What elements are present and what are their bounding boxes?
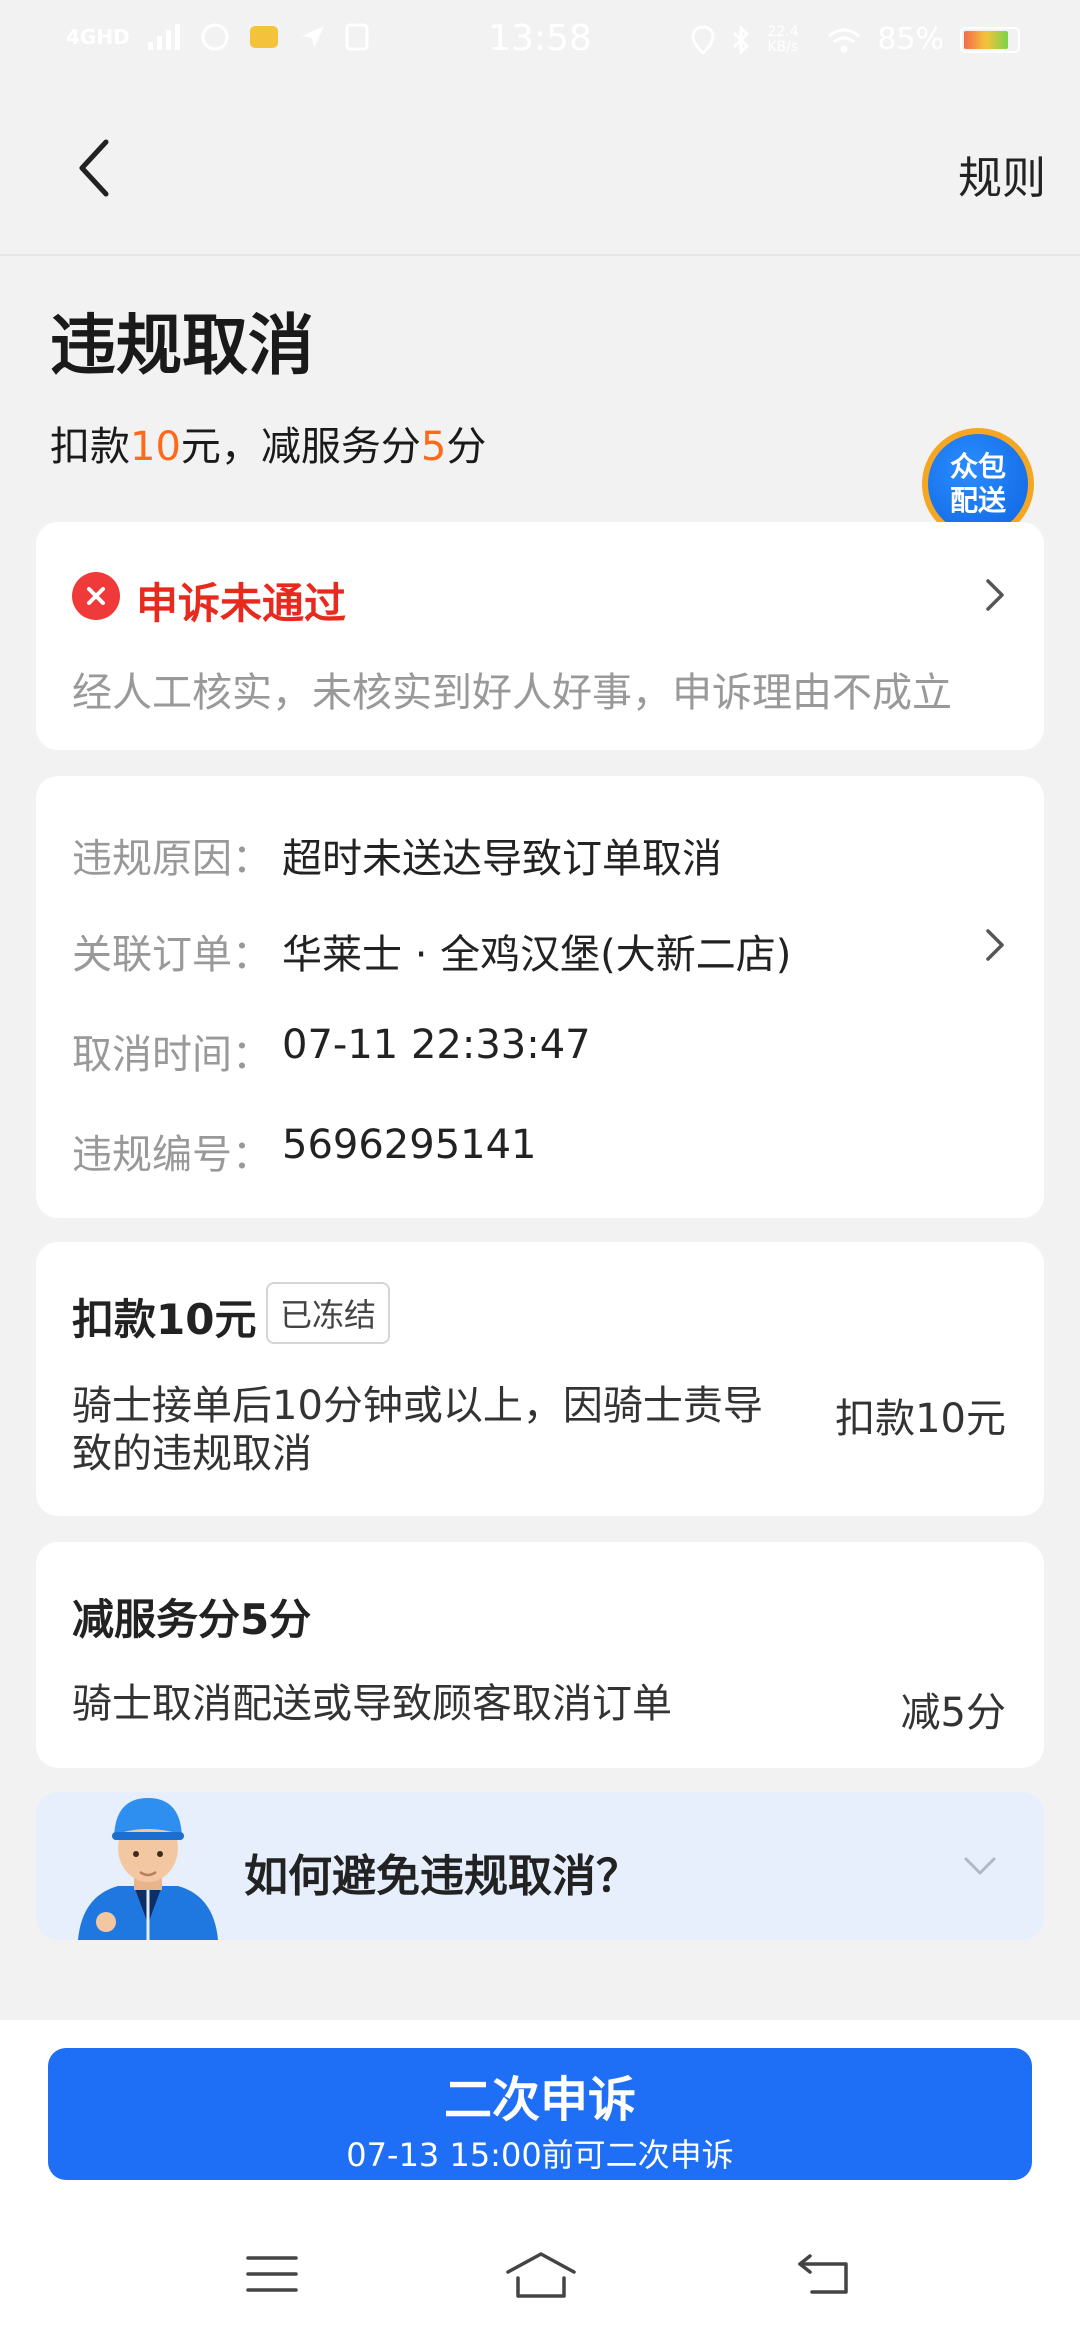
info-row-cancel-time: 取消时间： 07-11 22:33:47 (72, 1022, 591, 1080)
battery-level (964, 30, 1009, 49)
battery-icon (960, 26, 1020, 53)
chevron-down-icon[interactable] (960, 1846, 1000, 1886)
info-row-violation-id: 违规编号： 5696295141 (72, 1122, 537, 1180)
penalty-score: 5 (420, 424, 447, 470)
deduction-rule-line-2: 致的违规取消 (72, 1431, 312, 1477)
violation-info-card: 违规原因： 超时未送达导致订单取消 关联订单： 华莱士 · 全鸡汉堡(大新二店)… (36, 776, 1044, 1218)
appeal-status-desc: 经人工核实，未核实到好人好事，申诉理由不成立 (72, 670, 952, 716)
penalty-text-3: 分 (446, 424, 487, 470)
info-value: 5696295141 (282, 1122, 537, 1168)
wifi-icon (828, 28, 861, 52)
battery-percent: 85% (877, 22, 944, 57)
system-nav-bar (0, 2236, 1080, 2316)
tip-title: 如何避免违规取消？ (244, 1851, 640, 1902)
nav-bar: 规则 (0, 80, 1080, 256)
info-row-order[interactable]: 关联订单： 华莱士 · 全鸡汉堡(大新二店) (72, 922, 791, 980)
location-icon (691, 24, 715, 55)
chevron-right-icon (986, 579, 1004, 611)
service-score-card: 减服务分5分 骑士取消配送或导致顾客取消订单 减5分 (36, 1542, 1044, 1768)
rules-link[interactable]: 规则 (958, 142, 1046, 206)
info-label: 违规编号： (72, 1132, 272, 1178)
status-right: 22.4 KB/s 85% (691, 22, 1020, 57)
info-value: 07-11 22:33:47 (282, 1022, 591, 1068)
badge-line-1: 众包 (949, 450, 1006, 483)
page-title: 违规取消 (50, 307, 314, 384)
menu-icon[interactable] (246, 2252, 298, 2296)
info-row-reason: 违规原因： 超时未送达导致订单取消 (72, 826, 722, 884)
chevron-right-icon[interactable] (978, 928, 1012, 962)
second-appeal-button[interactable]: 二次申诉 07-13 15:00前可二次申诉 (48, 2048, 1032, 2180)
second-appeal-label: 二次申诉 (443, 2072, 636, 2128)
rider-illustration (78, 1798, 218, 1940)
service-score-rule: 骑士取消配送或导致顾客取消订单 (72, 1681, 672, 1727)
back-icon[interactable] (70, 138, 130, 198)
info-value: 华莱士 · 全鸡汉堡(大新二店) (282, 932, 792, 978)
info-label: 取消时间： (72, 1032, 272, 1078)
error-icon (72, 572, 120, 620)
badge-line-2: 配送 (949, 484, 1006, 517)
service-score-title: 减服务分5分 (72, 1595, 312, 1644)
network-speed: 22.4 KB/s (767, 23, 799, 55)
info-label: 违规原因： (72, 836, 272, 882)
status-bar: 4GHD 13:58 22.4 KB/s 85% (0, 0, 1080, 80)
appeal-status-card[interactable]: 申诉未通过 经人工核实，未核实到好人好事，申诉理由不成立 (36, 522, 1044, 750)
back-nav-icon[interactable] (796, 2252, 852, 2296)
deduction-title: 扣款10元 (72, 1295, 257, 1344)
penalty-summary: 扣款10元，减服务分5分 (50, 414, 486, 472)
second-appeal-deadline: 07-13 15:00前可二次申诉 (346, 2136, 734, 2174)
avoid-violation-tip[interactable]: 如何避免违规取消？ (36, 1792, 1044, 1940)
deduction-card: 扣款10元 已冻结 骑士接单后10分钟或以上，因骑士责导 致的违规取消 扣款10… (36, 1242, 1044, 1516)
service-score-amount: 减5分 (900, 1690, 1006, 1736)
info-label: 关联订单： (72, 932, 272, 978)
penalty-amount: 10 (130, 424, 181, 470)
deduction-rule-line-1: 骑士接单后10分钟或以上，因骑士责导 (72, 1383, 763, 1429)
frozen-tag: 已冻结 (266, 1282, 391, 1344)
home-icon[interactable] (506, 2252, 576, 2300)
bluetooth-icon (733, 24, 750, 55)
deduction-amount: 扣款10元 (835, 1396, 1006, 1442)
penalty-text-2: 元，减服务分 (180, 424, 421, 470)
penalty-text-1: 扣款 (50, 424, 130, 470)
deduction-rule: 骑士接单后10分钟或以上，因骑士责导 致的违规取消 (72, 1382, 763, 1478)
info-value: 超时未送达导致订单取消 (282, 836, 722, 882)
appeal-status-title: 申诉未通过 (136, 579, 347, 628)
